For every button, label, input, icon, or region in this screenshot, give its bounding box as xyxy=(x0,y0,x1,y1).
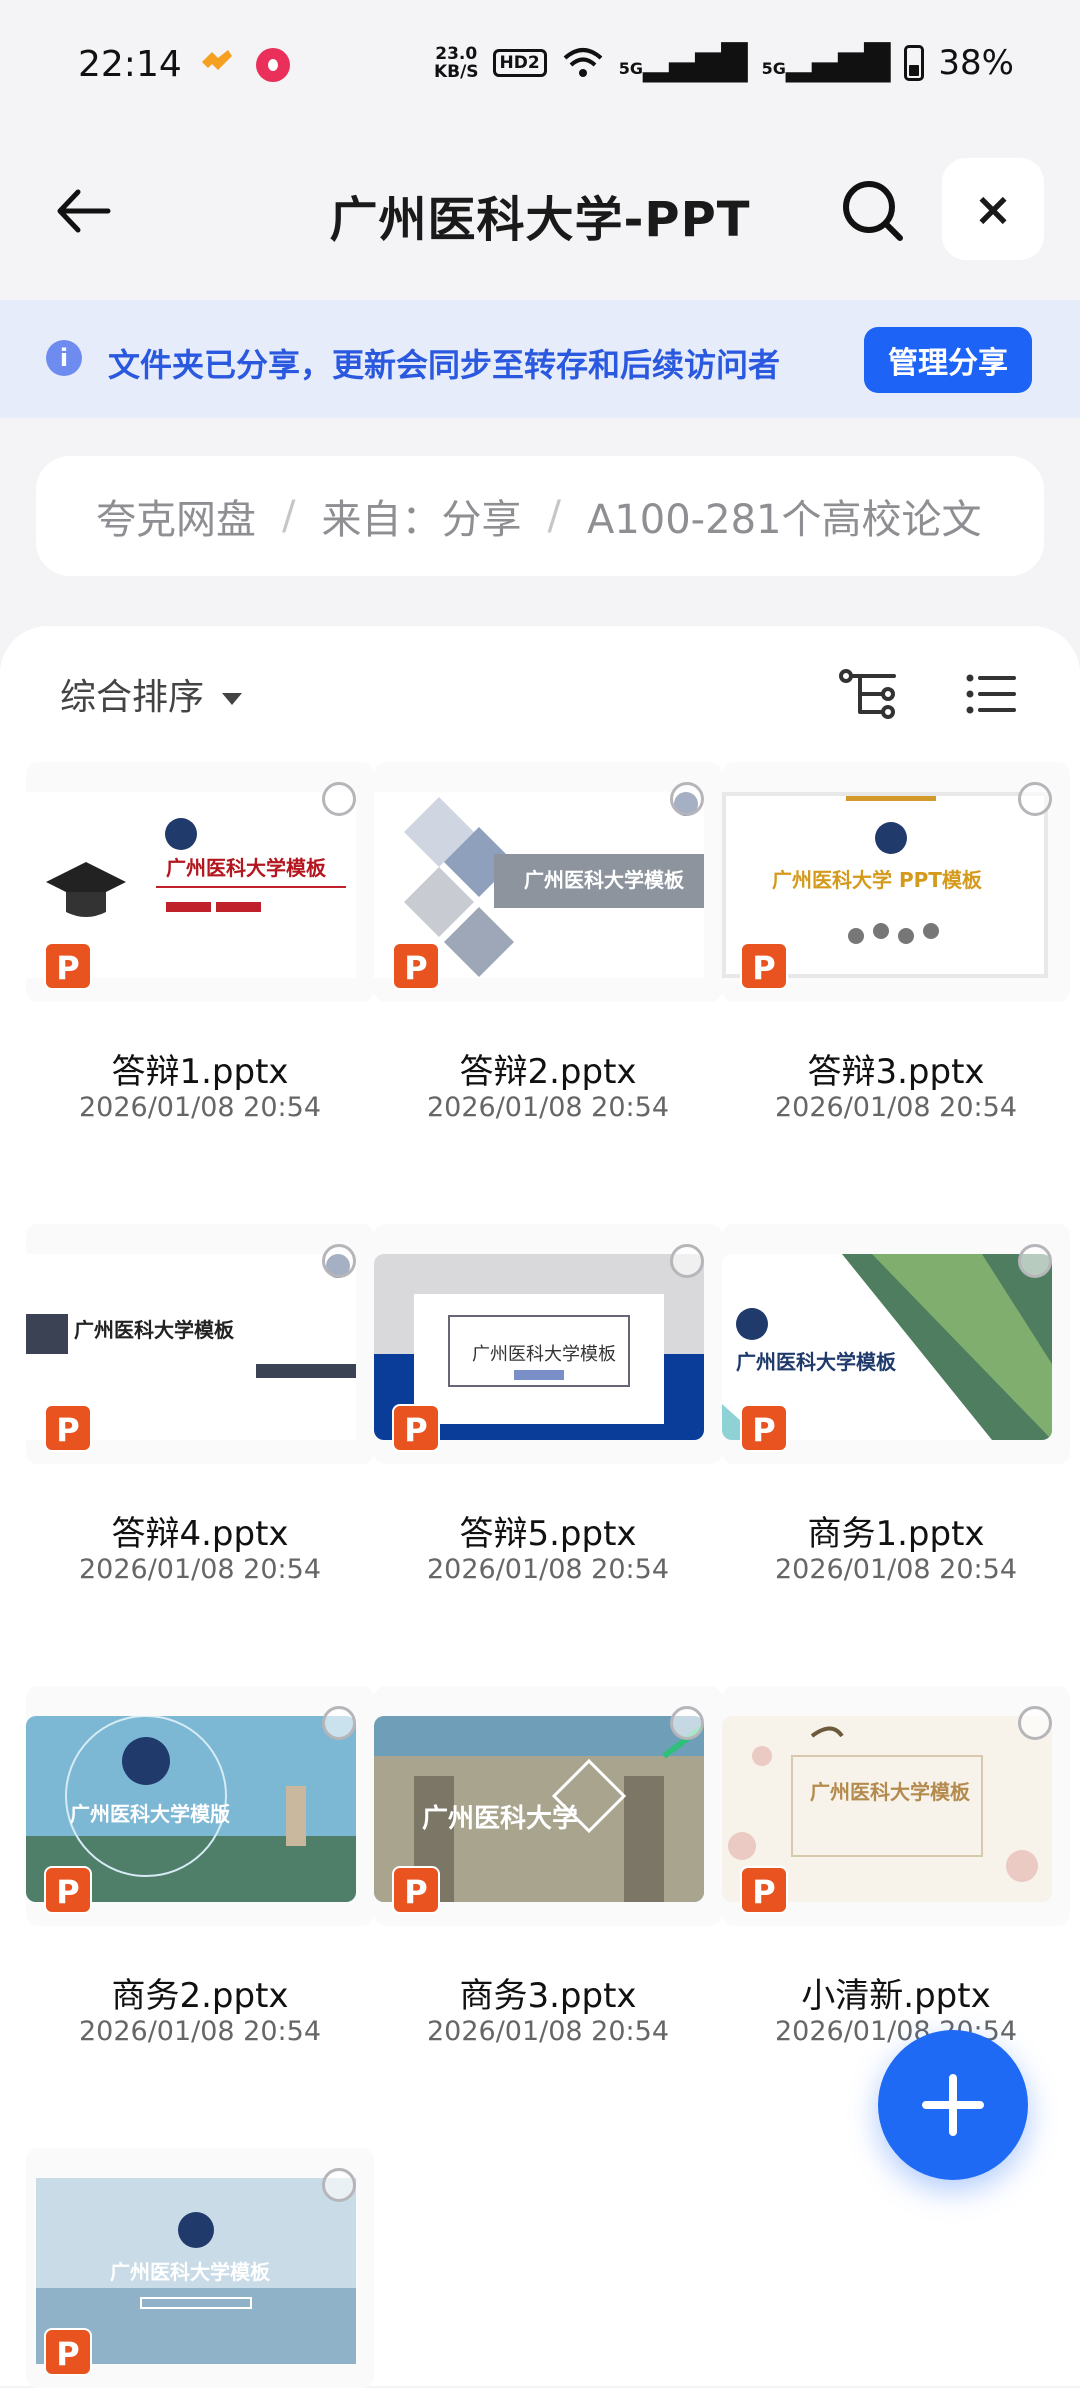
sort-label: 综合排序 xyxy=(60,677,205,718)
file-date: 2026/01/08 20:54 xyxy=(426,1092,669,1123)
select-checkbox[interactable] xyxy=(1018,1244,1052,1278)
breadcrumb-item-shared[interactable]: 来自：分享 xyxy=(321,487,521,545)
app-notification-icon xyxy=(202,50,232,70)
breadcrumb-item-root[interactable]: 夸克网盘 xyxy=(96,487,256,545)
ppt-file-icon: P xyxy=(392,1866,440,1914)
slide-title: 广州医科大学模板 xyxy=(110,2260,270,2284)
select-checkbox[interactable] xyxy=(1018,1706,1052,1740)
caret-down-icon xyxy=(222,693,243,705)
file-name: 商务2.pptx xyxy=(111,1976,289,2016)
breadcrumb-separator: / xyxy=(547,493,561,539)
select-checkbox[interactable] xyxy=(322,1244,356,1278)
file-name: 答辩2.pptx xyxy=(459,1052,637,1092)
battery-level: 38% xyxy=(938,43,1014,83)
file-thumbnail[interactable]: 广州医科大学模板 P xyxy=(374,762,722,1002)
file-name: 答辩5.pptx xyxy=(459,1514,637,1554)
close-icon: × xyxy=(973,182,1013,236)
slide-title: 广州医科大学 PPT模板 xyxy=(772,868,982,892)
ppt-file-icon: P xyxy=(44,942,92,990)
slide-title: 广州医科大学模板 xyxy=(472,1344,616,1365)
page-title: 广州医科大学-PPT xyxy=(329,192,751,248)
manage-share-button[interactable]: 管理分享 xyxy=(864,327,1032,393)
search-icon[interactable] xyxy=(838,176,908,246)
ppt-file-icon: P xyxy=(392,942,440,990)
share-banner-text: 文件夹已分享，更新会同步至转存和后续访问者 xyxy=(108,346,781,384)
file-name: 商务3.pptx xyxy=(459,1976,637,2016)
hd-icon: HD2 xyxy=(492,49,547,77)
select-checkbox[interactable] xyxy=(322,1706,356,1740)
ppt-file-icon: P xyxy=(44,1866,92,1914)
file-thumbnail[interactable]: 广州医科大学 P xyxy=(374,1686,722,1926)
breadcrumb: 夸克网盘 / 来自：分享 / A100-281个高校论文 xyxy=(36,456,1044,576)
video-app-icon xyxy=(256,48,290,82)
slide-title: 广州医科大学模板 xyxy=(810,1780,970,1804)
file-date: 2026/01/08 20:54 xyxy=(426,2016,669,2047)
breadcrumb-separator: / xyxy=(282,493,296,539)
ppt-file-icon: P xyxy=(44,2328,92,2376)
signal-icon-1: 5G▂▄▆█ xyxy=(618,43,748,83)
tree-view-icon[interactable] xyxy=(838,668,898,720)
select-checkbox[interactable] xyxy=(1018,782,1052,816)
ppt-file-icon: P xyxy=(740,1404,788,1452)
ppt-file-icon: P xyxy=(740,1866,788,1914)
select-checkbox[interactable] xyxy=(670,1706,704,1740)
slide-title: 广州医科大学 xyxy=(422,1804,579,1834)
ppt-file-icon: P xyxy=(44,1404,92,1452)
file-date: 2026/01/08 20:54 xyxy=(78,1092,321,1123)
status-time: 22:14 xyxy=(78,44,182,85)
slide-title: 广州医科大学模板 xyxy=(74,1318,234,1342)
plus-icon xyxy=(922,2074,984,2136)
file-date: 2026/01/08 20:54 xyxy=(774,2016,1017,2047)
file-thumbnail[interactable]: 广州医科大学模板 P xyxy=(26,1224,374,1464)
file-thumbnail[interactable]: 广州医科大学模板 P xyxy=(722,1686,1070,1926)
file-thumbnail[interactable]: 广州医科大学模板 P xyxy=(26,2148,374,2388)
slide-title: 广州医科大学模版 xyxy=(70,1802,230,1826)
file-thumbnail[interactable]: 广州医科大学模板 P xyxy=(374,1224,722,1464)
slide-title: 广州医科大学模板 xyxy=(524,868,684,892)
net-speed: 23.0 KB/S xyxy=(433,44,479,82)
select-checkbox[interactable] xyxy=(670,1244,704,1278)
file-date: 2026/01/08 20:54 xyxy=(774,1554,1017,1585)
file-date: 2026/01/08 20:54 xyxy=(774,1092,1017,1123)
status-right: 23.0 KB/S HD2 5G▂▄▆█ 5G▂▄▆█ 38% xyxy=(434,40,1014,86)
slide-title: 广州医科大学模板 xyxy=(736,1350,896,1374)
sort-dropdown[interactable]: 综合排序 xyxy=(60,668,243,720)
file-thumbnail[interactable]: 广州医科大学模板 P xyxy=(722,1224,1070,1464)
file-name: 商务1.pptx xyxy=(807,1514,985,1554)
file-date: 2026/01/08 20:54 xyxy=(78,2016,321,2047)
list-view-icon[interactable] xyxy=(966,672,1016,716)
close-button[interactable]: × xyxy=(942,158,1044,260)
file-date: 2026/01/08 20:54 xyxy=(426,1554,669,1585)
select-checkbox[interactable] xyxy=(322,782,356,816)
file-date: 2026/01/08 20:54 xyxy=(78,1554,321,1585)
select-checkbox[interactable] xyxy=(670,782,704,816)
ppt-file-icon: P xyxy=(740,942,788,990)
battery-icon xyxy=(904,45,925,81)
add-fab-button[interactable] xyxy=(878,2030,1028,2180)
signal-icon-2: 5G▂▄▆█ xyxy=(761,43,891,83)
file-thumbnail[interactable]: 广州医科大学模板 P xyxy=(26,762,374,1002)
file-name: 答辩1.pptx xyxy=(111,1052,289,1092)
wifi-icon xyxy=(563,48,603,77)
breadcrumb-item-folder[interactable]: A100-281个高校论文 xyxy=(587,487,982,545)
file-thumbnail[interactable]: 广州医科大学模版 P xyxy=(26,1686,374,1926)
status-bar: 22:14 23.0 KB/S HD2 5G▂▄▆█ 5G▂▄▆█ 38% xyxy=(0,0,1080,130)
file-name: 答辩4.pptx xyxy=(111,1514,289,1554)
select-checkbox[interactable] xyxy=(322,2168,356,2202)
file-name: 小清新.pptx xyxy=(801,1976,991,2016)
slide-title: 广州医科大学模板 xyxy=(166,856,326,880)
info-icon: i xyxy=(46,340,82,376)
file-thumbnail[interactable]: 广州医科大学 PPT模板 P xyxy=(722,762,1070,1002)
ppt-file-icon: P xyxy=(392,1404,440,1452)
file-name: 答辩3.pptx xyxy=(807,1052,985,1092)
